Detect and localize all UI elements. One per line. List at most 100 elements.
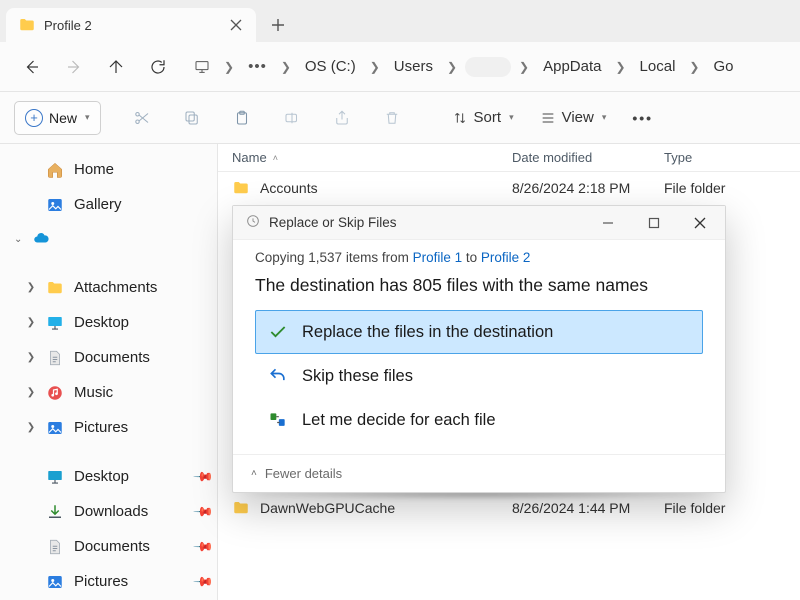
desktop-icon bbox=[46, 314, 64, 332]
dialog-minimize-button[interactable] bbox=[589, 208, 627, 238]
sidebar-item-attachments[interactable]: ❯Attachments bbox=[10, 270, 217, 305]
home-icon bbox=[46, 161, 64, 179]
dialog-dest-link[interactable]: Profile 2 bbox=[481, 250, 531, 265]
sidebar-item-label: Gallery bbox=[74, 196, 122, 213]
chevron-right-icon: ❯ bbox=[26, 422, 36, 433]
chevron-right-icon: ❯ bbox=[609, 56, 631, 78]
gallery-icon bbox=[46, 196, 64, 214]
delete-button[interactable] bbox=[372, 100, 412, 136]
cloud-icon bbox=[32, 229, 50, 250]
compare-icon bbox=[268, 410, 288, 430]
share-icon bbox=[333, 109, 351, 127]
breadcrumb-item[interactable]: Local bbox=[634, 54, 682, 79]
dialog-source-link[interactable]: Profile 1 bbox=[413, 250, 463, 265]
sidebar-item-downloads[interactable]: Downloads📌 bbox=[10, 494, 217, 529]
download-icon bbox=[46, 503, 64, 521]
new-tab-button[interactable] bbox=[260, 8, 296, 42]
refresh-icon bbox=[149, 58, 167, 76]
new-button[interactable]: + New ▾ bbox=[14, 101, 101, 135]
sort-icon bbox=[452, 110, 468, 126]
row-date: 8/26/2024 1:44 PM bbox=[512, 500, 664, 516]
arrow-up-icon bbox=[107, 58, 125, 76]
checkmark-icon bbox=[268, 322, 288, 342]
table-row[interactable]: Accounts8/26/2024 2:18 PMFile folder bbox=[218, 172, 800, 204]
sidebar-item-label: Downloads bbox=[74, 503, 148, 520]
more-button[interactable]: ••• bbox=[624, 110, 661, 126]
clipboard-icon bbox=[233, 109, 251, 127]
sidebar-item-onedrive[interactable]: ⌄ bbox=[10, 222, 217, 256]
chevron-right-icon: ❯ bbox=[513, 56, 535, 78]
tab-strip: Profile 2 bbox=[0, 0, 800, 42]
sidebar-item-pictures[interactable]: Pictures📌 bbox=[10, 564, 217, 599]
dialog-option-skip[interactable]: Skip these files bbox=[255, 354, 703, 398]
nav-forward-button[interactable] bbox=[54, 49, 94, 85]
document-icon bbox=[46, 538, 64, 556]
dialog-close-button[interactable] bbox=[681, 208, 719, 238]
sidebar-item-music[interactable]: ❯ Music bbox=[10, 375, 217, 410]
pictures-icon bbox=[46, 573, 64, 591]
sort-button[interactable]: Sort ▾ bbox=[444, 100, 522, 136]
breadcrumb-item[interactable]: Go bbox=[707, 54, 739, 79]
nav-up-button[interactable] bbox=[96, 49, 136, 85]
nav-refresh-button[interactable] bbox=[138, 49, 178, 85]
tab-title: Profile 2 bbox=[44, 18, 216, 33]
sidebar-item-label: Desktop bbox=[74, 468, 129, 485]
dialog-maximize-button[interactable] bbox=[635, 208, 673, 238]
breadcrumb-item[interactable]: OS (C:) bbox=[299, 54, 362, 79]
pin-icon: 📌 bbox=[192, 570, 215, 593]
plus-circle-icon: + bbox=[25, 109, 43, 127]
breadcrumb-drive-button[interactable] bbox=[188, 49, 216, 85]
dialog-option-replace[interactable]: Replace the files in the destination bbox=[255, 310, 703, 354]
document-icon bbox=[46, 349, 64, 367]
pin-icon: 📌 bbox=[192, 465, 215, 488]
column-date[interactable]: Date modified bbox=[512, 150, 664, 165]
tab-close-button[interactable] bbox=[224, 13, 248, 37]
replace-skip-dialog: Replace or Skip Files Copying 1,537 item… bbox=[232, 205, 726, 493]
undo-icon bbox=[268, 366, 288, 386]
nav-back-button[interactable] bbox=[12, 49, 52, 85]
rename-button[interactable] bbox=[272, 100, 312, 136]
paste-button[interactable] bbox=[222, 100, 262, 136]
sidebar-item-home[interactable]: Home bbox=[10, 152, 217, 187]
view-label: View bbox=[562, 109, 594, 126]
sidebar-item-desktop[interactable]: Desktop 📌 bbox=[10, 459, 217, 494]
share-button[interactable] bbox=[322, 100, 362, 136]
dialog-title: Replace or Skip Files bbox=[269, 215, 397, 230]
chevron-down-icon: ▾ bbox=[509, 112, 514, 123]
breadcrumb-item-redacted[interactable] bbox=[465, 57, 511, 77]
rename-icon bbox=[283, 109, 301, 127]
scissors-icon bbox=[133, 109, 151, 127]
chevron-right-icon: ❯ bbox=[364, 56, 386, 78]
row-date: 8/26/2024 2:18 PM bbox=[512, 180, 664, 196]
breadcrumb: ❯ ••• ❯ OS (C:) ❯ Users ❯ ❯ AppData ❯ Lo… bbox=[180, 49, 788, 85]
column-name[interactable]: Name ˄ bbox=[232, 150, 512, 165]
sidebar-item-label: Documents bbox=[74, 538, 150, 555]
tab-active[interactable]: Profile 2 bbox=[6, 8, 256, 42]
minimize-icon bbox=[602, 217, 614, 229]
desktop2-icon bbox=[46, 468, 64, 486]
sidebar-item-documents[interactable]: ❯Documents bbox=[10, 340, 217, 375]
sidebar: HomeGallery⌄❯Attachments❯Desktop❯Documen… bbox=[0, 144, 218, 600]
column-type[interactable]: Type bbox=[664, 150, 784, 165]
sidebar-item-pictures[interactable]: ❯ Pictures bbox=[10, 410, 217, 445]
dialog-titlebar: Replace or Skip Files bbox=[233, 206, 725, 240]
sidebar-item-gallery[interactable]: Gallery bbox=[10, 187, 217, 222]
chevron-right-icon: ❯ bbox=[26, 387, 36, 398]
cut-button[interactable] bbox=[122, 100, 162, 136]
sidebar-item-desktop[interactable]: ❯Desktop bbox=[10, 305, 217, 340]
sidebar-item-label: Music bbox=[74, 384, 113, 401]
sidebar-item-documents[interactable]: Documents📌 bbox=[10, 529, 217, 564]
column-name-label: Name bbox=[232, 150, 267, 165]
breadcrumb-overflow[interactable]: ••• bbox=[242, 54, 273, 79]
dialog-option-decide[interactable]: Let me decide for each file bbox=[255, 398, 703, 442]
row-type: File folder bbox=[664, 180, 784, 196]
copy-button[interactable] bbox=[172, 100, 212, 136]
chevron-right-icon: ❯ bbox=[26, 317, 36, 328]
view-button[interactable]: View ▾ bbox=[532, 100, 615, 136]
dialog-fewer-details[interactable]: ˄ Fewer details bbox=[233, 454, 725, 492]
breadcrumb-item[interactable]: AppData bbox=[537, 54, 607, 79]
sidebar-item-label: Pictures bbox=[74, 419, 128, 436]
dialog-option-skip-label: Skip these files bbox=[302, 367, 413, 386]
sidebar-item-label: Attachments bbox=[74, 279, 157, 296]
breadcrumb-item[interactable]: Users bbox=[388, 54, 439, 79]
